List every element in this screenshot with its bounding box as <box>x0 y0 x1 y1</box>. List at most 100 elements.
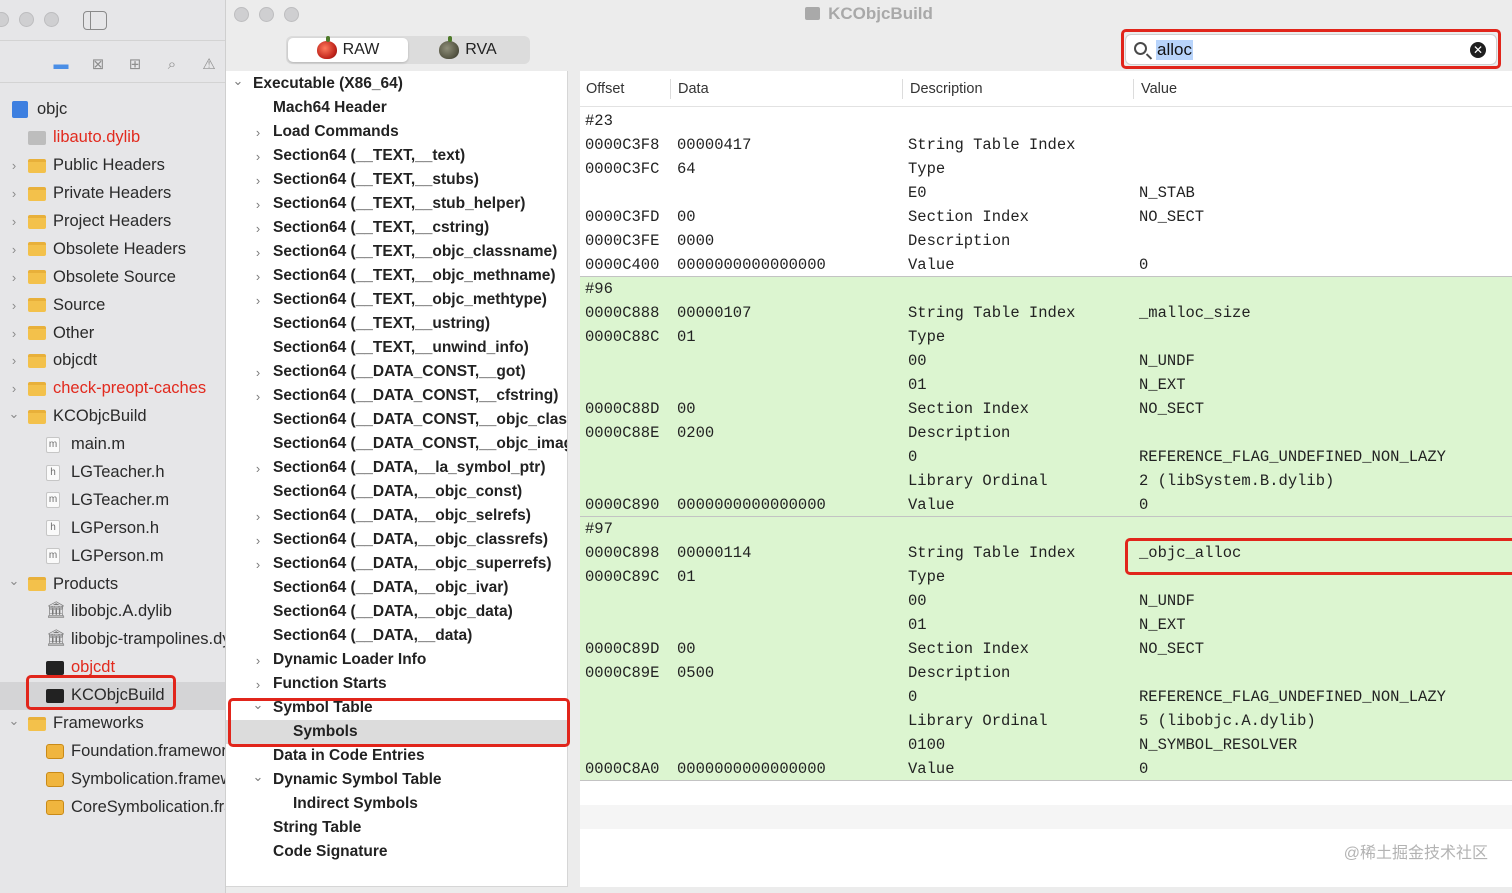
outline-item[interactable]: Mach64 Header <box>226 96 567 120</box>
outline-item[interactable]: ⌄ Executable (X86_64) <box>226 72 567 96</box>
chevron-right-icon[interactable]: › <box>8 158 20 173</box>
chevron-right-icon[interactable]: › <box>8 326 20 341</box>
outline-item[interactable]: › Section64 (__DATA,__la_symbol_ptr) <box>226 456 567 480</box>
navigator-item[interactable]: Foundation.framework <box>0 737 225 765</box>
zoom-window-button[interactable] <box>44 12 59 27</box>
x-square-icon[interactable]: ⊠ <box>87 54 109 74</box>
navigator-item[interactable]: › check-preopt-caches <box>0 375 225 403</box>
navigator-item[interactable]: m main.m <box>0 431 225 459</box>
navigator-item[interactable]: › Other <box>0 319 225 347</box>
navigator-item[interactable]: 🏛libobjc-trampolines.dylib <box>0 626 225 654</box>
navigator-item[interactable]: ⌄ Products <box>0 570 225 598</box>
outline-item[interactable]: Section64 (__TEXT,__unwind_info) <box>226 336 567 360</box>
navigator-item[interactable]: ⌄ KCObjcBuild <box>0 403 225 431</box>
outline-item[interactable]: › Section64 (__DATA,__objc_superrefs) <box>226 552 567 576</box>
chevron-right-icon[interactable]: › <box>8 186 20 201</box>
mode-rva-button[interactable]: RVA <box>408 36 528 62</box>
table-row[interactable]: 0000C3F8 00000417 String Table Index <box>580 133 1512 157</box>
outline-item[interactable]: › Section64 (__TEXT,__stubs) <box>226 168 567 192</box>
table-row[interactable]: 0000C89D 00 Section Index NO_SECT <box>580 637 1512 661</box>
table-row[interactable]: 0000C88E 0200 Description <box>580 421 1512 445</box>
outline-item[interactable]: Section64 (__DATA_CONST,__objc_imageinfo… <box>226 432 567 456</box>
outline-item[interactable]: › Dynamic Loader Info <box>226 648 567 672</box>
chevron-right-icon[interactable]: › <box>8 353 20 368</box>
column-header-offset[interactable]: Offset <box>586 81 624 97</box>
chevron-down-icon[interactable]: ⌄ <box>231 73 245 89</box>
chevron-down-icon[interactable]: ⌄ <box>8 573 20 589</box>
chevron-right-icon[interactable]: › <box>8 298 20 313</box>
outline-item[interactable]: Indirect Symbols <box>226 792 567 816</box>
folder-icon[interactable]: ▬ <box>50 54 72 74</box>
outline-item[interactable]: Section64 (__DATA,__data) <box>226 624 567 648</box>
navigator-item[interactable]: h LGPerson.h <box>0 514 225 542</box>
chevron-right-icon[interactable]: › <box>251 245 265 260</box>
navigator-item[interactable]: ⌄ Frameworks <box>0 710 225 738</box>
table-row[interactable]: 0000C3FD 00 Section Index NO_SECT <box>580 205 1512 229</box>
outline-item[interactable]: Section64 (__DATA_CONST,__objc_classlist… <box>226 408 567 432</box>
minimize-window-button[interactable] <box>19 12 34 27</box>
chevron-down-icon[interactable]: ⌄ <box>8 406 20 422</box>
chevron-right-icon[interactable]: › <box>251 389 265 404</box>
outline-item[interactable]: › Section64 (__TEXT,__objc_methtype) <box>226 288 567 312</box>
chevron-right-icon[interactable]: › <box>251 197 265 212</box>
chevron-right-icon[interactable]: › <box>8 270 20 285</box>
table-row[interactable]: 0000C88C 01 Type <box>580 325 1512 349</box>
outline-item[interactable]: Code Signature <box>226 840 567 864</box>
chevron-right-icon[interactable]: › <box>251 533 265 548</box>
navigator-item[interactable]: › Private Headers <box>0 180 225 208</box>
chevron-right-icon[interactable]: › <box>251 125 265 140</box>
chevron-right-icon[interactable]: › <box>251 461 265 476</box>
navigator-item[interactable]: › objcdt <box>0 347 225 375</box>
chevron-right-icon[interactable]: › <box>251 293 265 308</box>
column-header-description[interactable]: Description <box>910 81 983 97</box>
chevron-right-icon[interactable]: › <box>251 677 265 692</box>
table-row[interactable]: 01 N_EXT <box>580 613 1512 637</box>
table-row[interactable]: 00 N_UNDF <box>580 589 1512 613</box>
outline-item[interactable]: Section64 (__TEXT,__ustring) <box>226 312 567 336</box>
table-row[interactable]: Library Ordinal 5 (libobjc.A.dylib) <box>580 709 1512 733</box>
outline-item[interactable]: ⌄ Dynamic Symbol Table <box>226 768 567 792</box>
outline-item[interactable]: › Section64 (__TEXT,__cstring) <box>226 216 567 240</box>
table-row[interactable]: 01 N_EXT <box>580 373 1512 397</box>
split-view-divider[interactable] <box>568 71 580 887</box>
sidebar-toggle-icon[interactable] <box>83 11 107 30</box>
outline-item[interactable]: › Section64 (__TEXT,__stub_helper) <box>226 192 567 216</box>
table-row[interactable]: 0000C89E 0500 Description <box>580 661 1512 685</box>
table-row[interactable]: 0000C890 0000000000000000 Value 0 <box>580 493 1512 517</box>
column-header-value[interactable]: Value <box>1141 81 1177 97</box>
table-row[interactable]: #96 <box>580 277 1512 301</box>
table-row[interactable]: #23 <box>580 109 1512 133</box>
search-icon[interactable]: ⌕ <box>161 54 183 74</box>
table-row[interactable]: 00 N_UNDF <box>580 349 1512 373</box>
table-row[interactable]: 0100 N_SYMBOL_RESOLVER <box>580 733 1512 757</box>
outline-item[interactable]: › Section64 (__TEXT,__text) <box>226 144 567 168</box>
navigator-item[interactable]: › Obsolete Source <box>0 263 225 291</box>
navigator-item[interactable]: m LGTeacher.m <box>0 486 225 514</box>
table-row[interactable]: 0 REFERENCE_FLAG_UNDEFINED_NON_LAZY <box>580 445 1512 469</box>
warning-icon[interactable]: ⚠ <box>198 54 220 74</box>
navigator-item[interactable]: 🏛 libobjc.A.dylib <box>0 598 225 626</box>
outline-item[interactable]: Section64 (__DATA,__objc_const) <box>226 480 567 504</box>
table-row[interactable]: 0 REFERENCE_FLAG_UNDEFINED_NON_LAZY <box>580 685 1512 709</box>
chevron-down-icon[interactable]: ⌄ <box>251 769 265 785</box>
outline-item[interactable]: Section64 (__DATA,__objc_ivar) <box>226 576 567 600</box>
outline-item[interactable]: › Load Commands <box>226 120 567 144</box>
table-row[interactable]: 0000C3FC 64 Type <box>580 157 1512 181</box>
navigator-item[interactable]: › Public Headers <box>0 152 225 180</box>
navigator-item[interactable]: objc <box>0 96 225 124</box>
outline-item[interactable]: › Function Starts <box>226 672 567 696</box>
chevron-right-icon[interactable]: › <box>251 557 265 572</box>
outline-item[interactable]: › Section64 (__DATA_CONST,__got) <box>226 360 567 384</box>
navigator-item[interactable]: › Source <box>0 291 225 319</box>
navigator-item[interactable]: › Project Headers <box>0 208 225 236</box>
navigator-item[interactable]: CoreSymbolication.framework <box>0 793 225 821</box>
outline-item[interactable]: › Section64 (__DATA,__objc_selrefs) <box>226 504 567 528</box>
chevron-right-icon[interactable]: › <box>8 381 20 396</box>
outline-item[interactable]: › Section64 (__DATA,__objc_classrefs) <box>226 528 567 552</box>
navigator-item[interactable]: › Obsolete Headers <box>0 235 225 263</box>
hierarchy-icon[interactable]: ⊞ <box>124 54 146 74</box>
outline-item[interactable]: › Section64 (__TEXT,__objc_classname) <box>226 240 567 264</box>
table-row[interactable]: 0000C88D 00 Section Index NO_SECT <box>580 397 1512 421</box>
column-header-data[interactable]: Data <box>678 81 709 97</box>
chevron-right-icon[interactable]: › <box>251 173 265 188</box>
